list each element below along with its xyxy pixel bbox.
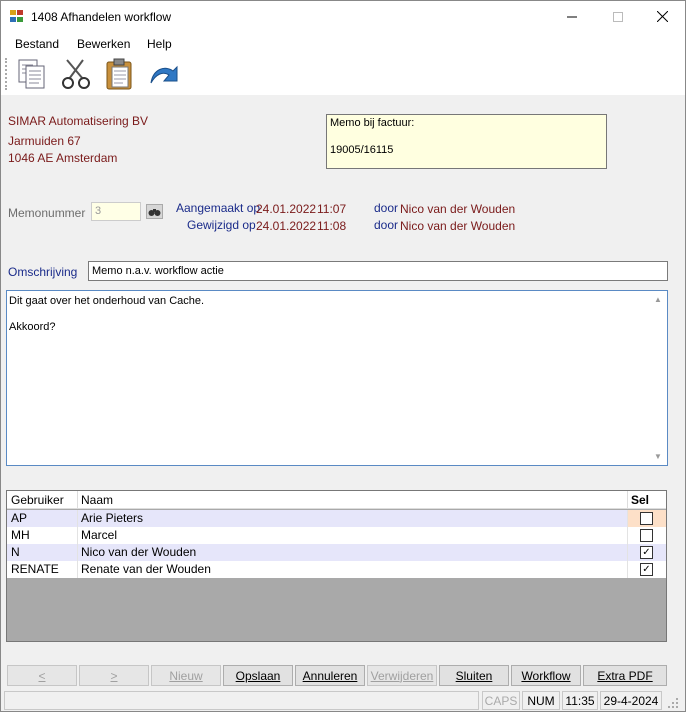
cut-icon <box>62 59 90 89</box>
undo-button[interactable] <box>147 57 181 91</box>
save-button[interactable]: Opslaan <box>223 665 293 686</box>
menu-bar: Bestand Bewerken Help <box>1 32 685 54</box>
cell-user: N <box>11 545 20 559</box>
status-caps: CAPS <box>482 691 520 710</box>
address-line-3: 1046 AE Amsterdam <box>8 151 118 165</box>
table-row[interactable]: RENATE Renate van der Wouden ✓ <box>7 561 666 578</box>
new-button[interactable]: Nieuw <box>151 665 221 686</box>
maximize-button[interactable] <box>595 1 641 32</box>
memonummer-label: Memonummer <box>8 206 86 220</box>
created-date: 24.01.2022 <box>256 202 317 216</box>
title-bar: 1408 Afhandelen workflow <box>1 1 685 32</box>
copy-icon <box>18 59 45 89</box>
memo-text-line-1: Dit gaat over het onderhoud van Cache. <box>9 295 205 307</box>
cell-name: Marcel <box>81 528 118 542</box>
omschrijving-label: Omschrijving <box>8 265 78 279</box>
table-row[interactable]: MH Marcel <box>7 527 666 544</box>
changed-date: 24.01.2022 <box>256 219 317 233</box>
changed-label: Gewijzigd op <box>187 218 256 232</box>
memo-text-line-2: Akkoord? <box>9 321 56 333</box>
toolbar <box>1 54 685 95</box>
workflow-button[interactable]: Workflow <box>511 665 581 686</box>
cut-button[interactable] <box>59 57 93 91</box>
paste-icon <box>106 58 132 90</box>
minimize-icon <box>567 16 577 17</box>
created-label: Aangemaakt op <box>176 201 261 215</box>
status-date: 29-4-2024 <box>600 691 662 710</box>
memo-factuur-box[interactable]: Memo bij factuur: 19005/16115 <box>326 114 607 169</box>
cell-name: Renate van der Wouden <box>81 562 211 576</box>
cell-name: Arie Pieters <box>81 511 144 525</box>
cell-name: Nico van der Wouden <box>81 545 197 559</box>
created-time: 11:07 <box>317 202 347 216</box>
status-num: NUM <box>522 691 560 710</box>
close-form-button[interactable]: Sluiten <box>439 665 509 686</box>
undo-icon <box>150 65 178 84</box>
paste-button[interactable] <box>103 57 137 91</box>
omschrijving-input[interactable]: Memo n.a.v. workflow actie <box>88 261 668 281</box>
prev-button[interactable]: < <box>7 665 77 686</box>
sel-checkbox[interactable]: ✓ <box>640 546 653 559</box>
table-row[interactable]: N Nico van der Wouden ✓ <box>7 544 666 561</box>
address-line-2: Jarmuiden 67 <box>8 134 81 148</box>
status-message <box>4 691 479 710</box>
copy-button[interactable] <box>15 57 49 91</box>
next-button[interactable]: > <box>79 665 149 686</box>
scroll-up-icon[interactable]: ▲ <box>654 293 662 306</box>
minimize-button[interactable] <box>549 1 595 32</box>
resize-grip-icon[interactable] <box>667 697 679 709</box>
menu-bewerken[interactable]: Bewerken <box>77 37 130 51</box>
created-by: Nico van der Wouden <box>400 202 516 216</box>
menu-help[interactable]: Help <box>147 37 172 51</box>
users-grid: Gebruiker Naam Sel AP Arie Pieters MH Ma… <box>6 490 667 642</box>
app-window: 1408 Afhandelen workflow Bestand Bewerke… <box>0 0 686 712</box>
cell-user: RENATE <box>11 562 59 576</box>
app-icon <box>10 10 24 23</box>
sel-checkbox[interactable]: ✓ <box>640 563 653 576</box>
memonummer-input[interactable]: 3 <box>91 202 141 221</box>
delete-button[interactable]: Verwijderen <box>367 665 437 686</box>
search-button[interactable] <box>146 204 163 219</box>
cancel-button[interactable]: Annuleren <box>295 665 365 686</box>
maximize-icon <box>613 11 623 22</box>
memo-factuur-value: 19005/16115 <box>330 144 394 156</box>
address-line-1: SIMAR Automatisering BV <box>8 114 149 128</box>
toolbar-grip[interactable] <box>5 58 8 90</box>
sel-checkbox[interactable] <box>640 512 653 525</box>
binoculars-icon <box>148 209 161 216</box>
extra-pdf-button[interactable]: Extra PDF <box>583 665 667 686</box>
cell-user: MH <box>11 528 30 542</box>
cell-user: AP <box>11 511 28 525</box>
close-button[interactable] <box>639 1 685 32</box>
close-icon <box>656 11 668 22</box>
status-time: 11:35 <box>562 691 598 710</box>
scroll-down-icon[interactable]: ▼ <box>654 450 662 463</box>
menu-bestand[interactable]: Bestand <box>15 37 59 51</box>
header-sel[interactable]: Sel <box>631 493 649 507</box>
header-gebruiker[interactable]: Gebruiker <box>11 493 64 507</box>
changed-by: Nico van der Wouden <box>400 219 516 233</box>
created-by-label: door <box>374 201 399 215</box>
changed-time: 11:08 <box>317 219 347 233</box>
changed-by-label: door <box>374 218 399 232</box>
status-bar: CAPS NUM 11:35 29-4-2024 <box>1 689 685 711</box>
window-title: 1408 Afhandelen workflow <box>31 10 172 24</box>
memo-factuur-label: Memo bij factuur: <box>330 117 415 129</box>
header-naam[interactable]: Naam <box>81 493 113 507</box>
memo-textarea[interactable]: Dit gaat over het onderhoud van Cache. A… <box>6 290 668 466</box>
table-row[interactable]: AP Arie Pieters <box>7 510 666 527</box>
grid-header: Gebruiker Naam Sel <box>7 491 666 509</box>
memo-scrollbar[interactable]: ▲ ▼ <box>650 291 667 465</box>
sel-checkbox[interactable] <box>640 529 653 542</box>
